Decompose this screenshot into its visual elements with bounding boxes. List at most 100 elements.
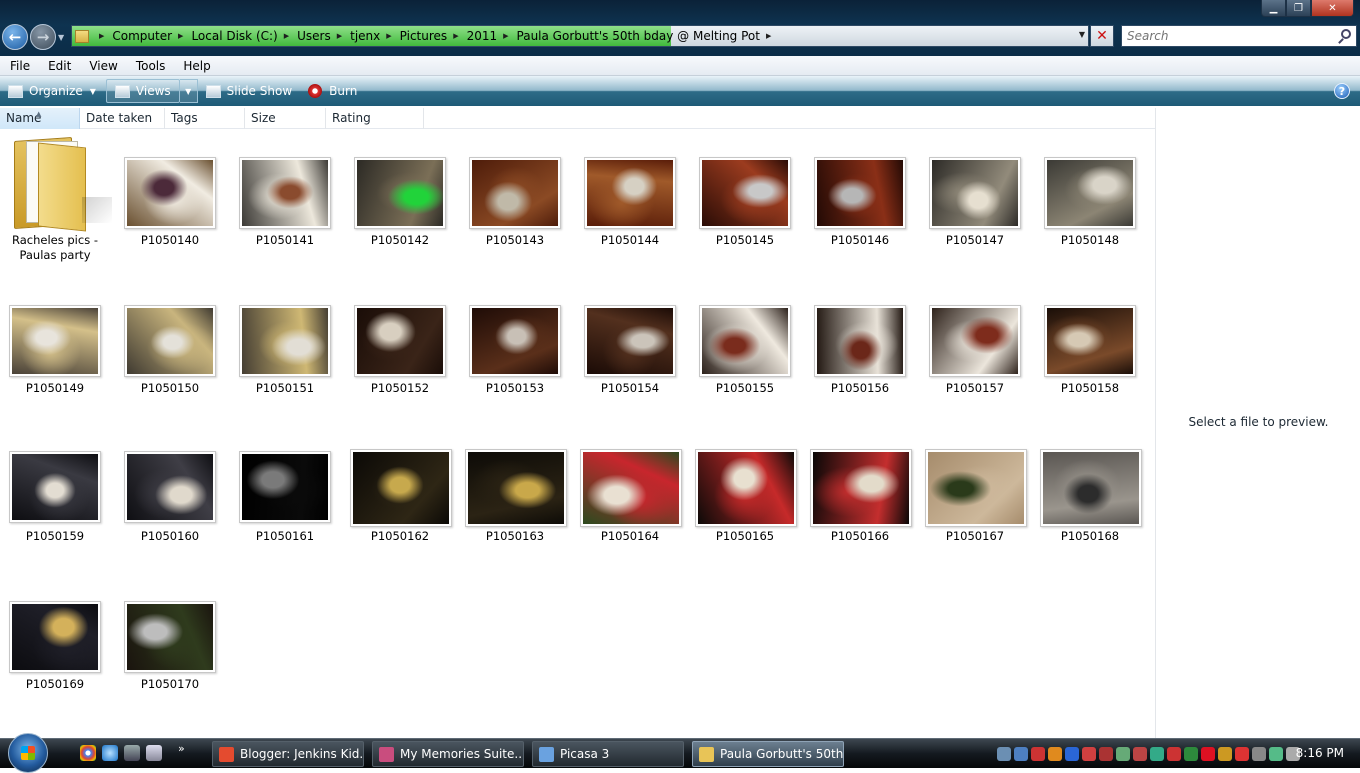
photo-item[interactable]: P1050147 [920, 129, 1030, 269]
photo-item[interactable]: P1050143 [460, 129, 570, 269]
internet-explorer-icon[interactable] [102, 745, 118, 761]
clock[interactable]: 8:16 PM [1296, 746, 1344, 760]
column-header-size[interactable]: Size [245, 108, 326, 129]
address-dropdown-icon[interactable]: ▼ [1079, 30, 1085, 39]
column-header-date-taken[interactable]: Date taken [80, 108, 165, 129]
phone-icon[interactable] [1184, 747, 1198, 761]
warning-icon[interactable] [1235, 747, 1249, 761]
chrome-icon[interactable] [80, 745, 96, 761]
organize-button[interactable]: Organize ▼ [0, 79, 104, 103]
photo-item[interactable]: P1050148 [1035, 129, 1145, 269]
photo-item[interactable]: P1050169 [0, 573, 110, 713]
photo-item[interactable]: P1050168 [1035, 425, 1145, 565]
stop-button[interactable]: ✕ [1090, 25, 1114, 47]
breadcrumb-chevron-icon[interactable]: ▶ [503, 32, 508, 40]
breadcrumb-item[interactable]: 2011 ▶ [467, 29, 517, 43]
breadcrumb-chevron-icon[interactable]: ▶ [284, 32, 289, 40]
photo-item[interactable]: P1050152 [345, 277, 455, 417]
photo-item[interactable]: P1050160 [115, 425, 225, 565]
photo-item[interactable]: P1050170 [115, 573, 225, 713]
views-button[interactable]: Views [105, 79, 180, 103]
close-button[interactable]: ✕ [1311, 0, 1354, 17]
photo-item[interactable]: P1050153 [460, 277, 570, 417]
photo-item[interactable]: P1050142 [345, 129, 455, 269]
quick-launch-more-button[interactable]: » [178, 742, 185, 755]
search-input[interactable] [1122, 26, 1322, 46]
breadcrumb-chevron-icon[interactable]: ▶ [337, 32, 342, 40]
photo-item[interactable]: P1050154 [575, 277, 685, 417]
breadcrumb-chevron-icon[interactable]: ▶ [766, 32, 771, 40]
wifi-icon[interactable] [1116, 747, 1130, 761]
photo-item[interactable]: P1050157 [920, 277, 1030, 417]
tool-icon[interactable] [1099, 747, 1113, 761]
menu-file[interactable]: File [0, 59, 38, 73]
photo-item[interactable]: P1050156 [805, 277, 915, 417]
breadcrumb-item[interactable]: tjenx ▶ [350, 29, 400, 43]
photo-item[interactable]: P1050155 [690, 277, 800, 417]
power-icon[interactable] [1252, 747, 1266, 761]
update-icon[interactable] [1048, 747, 1062, 761]
slideshow-button[interactable]: Slide Show [198, 79, 300, 103]
burn-button[interactable]: Burn [300, 79, 365, 103]
recent-pages-dropdown[interactable]: ▼ [58, 33, 64, 42]
column-header-tags[interactable]: Tags [165, 108, 245, 129]
taskbar-button-blogger[interactable]: Blogger: Jenkins Kid... [212, 741, 364, 767]
document-icon[interactable] [146, 745, 162, 761]
search-icon[interactable] [1341, 29, 1351, 39]
start-button[interactable] [8, 733, 48, 773]
photo-item[interactable]: P1050161 [230, 425, 340, 565]
menu-edit[interactable]: Edit [38, 59, 79, 73]
taskbar-button-explorer[interactable]: Paula Gorbutt's 50th... [692, 741, 844, 767]
breadcrumb-chevron-icon[interactable]: ▶ [453, 32, 458, 40]
minimize-button[interactable]: ▁ [1261, 0, 1286, 17]
help-button[interactable]: ? [1334, 83, 1350, 99]
bluetooth-icon[interactable] [1082, 747, 1096, 761]
taskbar-button-my-memories[interactable]: My Memories Suite... [372, 741, 524, 767]
photo-item[interactable]: P1050151 [230, 277, 340, 417]
search-box[interactable] [1121, 25, 1357, 47]
photo-item[interactable]: P1050162 [345, 425, 455, 565]
forward-button[interactable]: → [30, 24, 56, 50]
column-header-name[interactable]: ▲ Name [0, 108, 80, 129]
photo-item[interactable]: P1050140 [115, 129, 225, 269]
photo-item[interactable]: P1050158 [1035, 277, 1145, 417]
network-icon[interactable] [1014, 747, 1028, 761]
photo-item[interactable]: P1050141 [230, 129, 340, 269]
photo-item[interactable]: P1050150 [115, 277, 225, 417]
breadcrumb-item[interactable]: Computer ▶ [112, 29, 191, 43]
messenger-icon[interactable] [1065, 747, 1079, 761]
breadcrumb-chevron-icon[interactable]: ▶ [178, 32, 183, 40]
views-dropdown-button[interactable]: ▼ [179, 79, 198, 103]
speaker-icon[interactable] [124, 745, 140, 761]
photo-item[interactable]: P1050166 [805, 425, 915, 565]
folder-item[interactable]: Racheles pics - Paulas party [0, 129, 112, 269]
breadcrumb-item[interactable]: Paula Gorbutt's 50th bday @ Melting Pot ▶ [517, 29, 780, 43]
breadcrumb-item[interactable]: Local Disk (C:) ▶ [191, 29, 297, 43]
media-icon[interactable] [1201, 747, 1215, 761]
photo-item[interactable]: P1050159 [0, 425, 110, 565]
photo-item[interactable]: P1050164 [575, 425, 685, 565]
column-header-rating[interactable]: Rating [326, 108, 424, 129]
breadcrumb-item[interactable]: Pictures ▶ [400, 29, 467, 43]
security-icon[interactable] [1133, 747, 1147, 761]
display-icon[interactable] [997, 747, 1011, 761]
photo-item[interactable]: P1050163 [460, 425, 570, 565]
breadcrumb-item[interactable]: Users ▶ [297, 29, 350, 43]
maximize-button[interactable]: ❐ [1286, 0, 1311, 17]
address-bar[interactable]: ▶ Computer ▶ Local Disk (C:) ▶ Users ▶ tjen… [71, 25, 1089, 47]
printer-icon[interactable] [1218, 747, 1232, 761]
photo-item[interactable]: P1050167 [920, 425, 1030, 565]
sync-icon[interactable] [1150, 747, 1164, 761]
breadcrumb-chevron-icon[interactable]: ▶ [386, 32, 391, 40]
photo-item[interactable]: P1050149 [0, 277, 110, 417]
photo-item[interactable]: P1050144 [575, 129, 685, 269]
breadcrumb-chevron-icon[interactable]: ▶ [99, 32, 104, 40]
photo-item[interactable]: P1050145 [690, 129, 800, 269]
battery-icon[interactable] [1269, 747, 1283, 761]
antivirus-icon[interactable] [1031, 747, 1045, 761]
menu-tools[interactable]: Tools [126, 59, 174, 73]
back-button[interactable]: ← [2, 24, 28, 50]
menu-help[interactable]: Help [173, 59, 218, 73]
taskbar-button-picasa[interactable]: Picasa 3 [532, 741, 684, 767]
alert-icon[interactable] [1167, 747, 1181, 761]
